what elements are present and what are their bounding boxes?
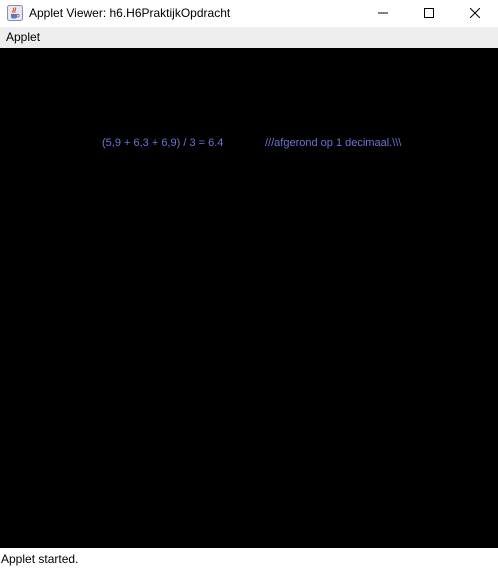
status-text: Applet started. [1,552,79,566]
applet-canvas[interactable]: (5,9 + 6,3 + 6,9) / 3 = 6.4 ///afgerond … [0,48,498,548]
maximize-icon [424,5,434,23]
applet-viewer-window: Applet Viewer: h6.H6PraktijkOpdracht App… [0,0,498,569]
menu-bar: Applet [0,27,498,48]
menu-applet[interactable]: Applet [0,27,46,48]
title-bar[interactable]: Applet Viewer: h6.H6PraktijkOpdracht [0,0,498,27]
rounding-note-text: ///afgerond op 1 decimaal.\\\ [265,137,402,149]
status-bar: Applet started. [0,548,498,569]
close-icon [469,5,481,23]
minimize-button[interactable] [360,0,406,27]
maximize-button[interactable] [406,0,452,27]
window-title: Applet Viewer: h6.H6PraktijkOpdracht [29,6,231,20]
close-button[interactable] [452,0,498,27]
java-coffee-cup-icon [7,5,23,21]
average-formula-text: (5,9 + 6,3 + 6,9) / 3 = 6.4 [102,137,224,149]
minimize-icon [378,5,388,23]
